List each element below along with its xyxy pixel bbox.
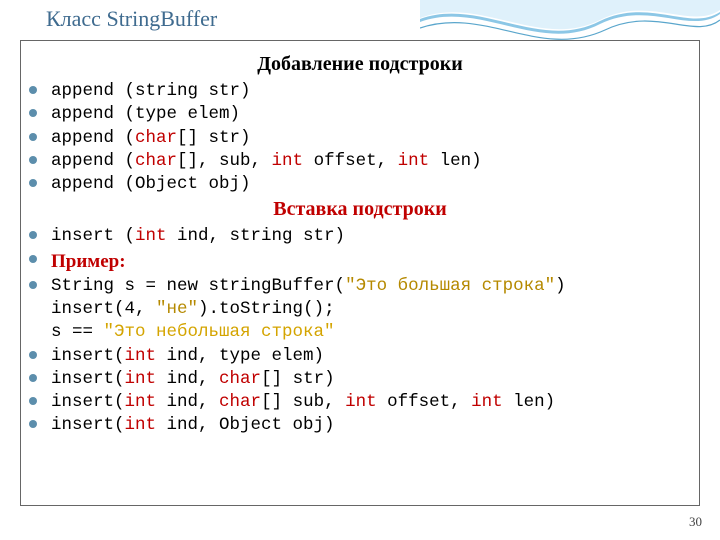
list-item: insert (int ind, string str) xyxy=(27,225,693,248)
code-cont: s == "Это небольшая строка" xyxy=(27,321,693,344)
list-item: Пример: xyxy=(27,249,693,275)
list-item: insert(int ind, type elem) xyxy=(27,345,693,368)
list-item: append (Object obj) xyxy=(27,173,693,196)
list-item: insert(int ind, Object obj) xyxy=(27,414,693,437)
append-list: append (string str) append (type elem) a… xyxy=(27,80,693,196)
heading-insert: Вставка подстроки xyxy=(27,198,693,221)
slide: Класс StringBuffer Добавление подстроки … xyxy=(0,0,720,540)
code-cont: insert(4, "не").toString(); xyxy=(27,298,693,321)
page-number: 30 xyxy=(689,514,702,530)
heading-append: Добавление подстроки xyxy=(27,53,693,76)
list-item: insert(int ind, char[] sub, int offset, … xyxy=(27,391,693,414)
insert-list: insert (int ind, string str) Пример: Str… xyxy=(27,225,693,298)
list-item: append (string str) xyxy=(27,80,693,103)
content-box: Добавление подстроки append (string str)… xyxy=(20,40,700,506)
list-item: append (type elem) xyxy=(27,103,693,126)
insert-list-2: insert(int ind, type elem) insert(int in… xyxy=(27,345,693,438)
list-item: append (char[] str) xyxy=(27,127,693,150)
list-item: insert(int ind, char[] str) xyxy=(27,368,693,391)
list-item: String s = new stringBuffer("Это большая… xyxy=(27,275,693,298)
slide-title: Класс StringBuffer xyxy=(46,6,217,32)
list-item: append (char[], sub, int offset, int len… xyxy=(27,150,693,173)
